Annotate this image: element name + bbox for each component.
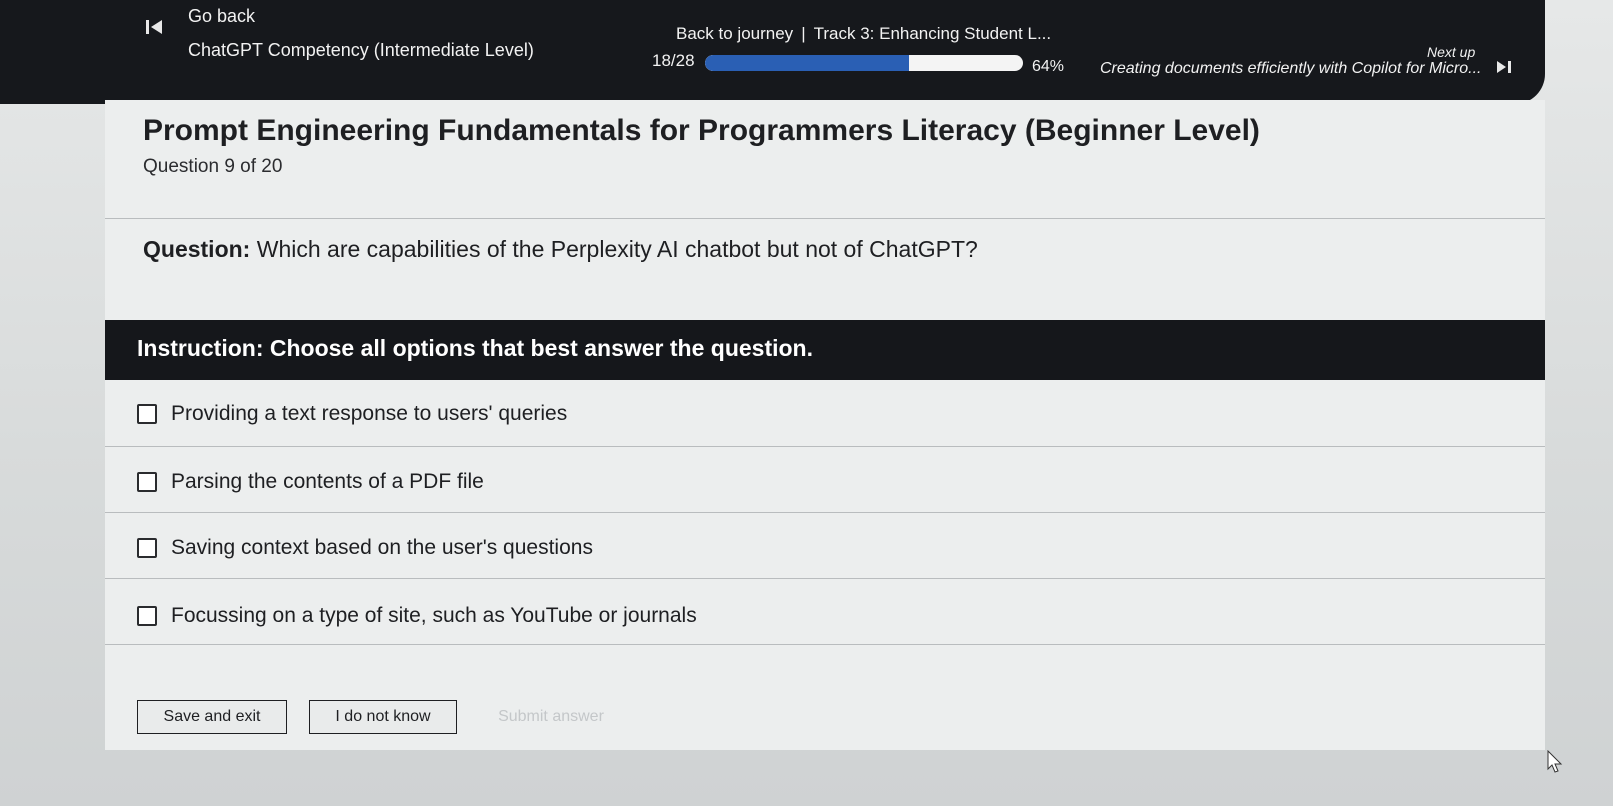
answer-option[interactable]: Providing a text response to users' quer… bbox=[105, 382, 1545, 446]
submit-answer-button[interactable]: Submit answer bbox=[477, 700, 625, 734]
answer-option[interactable]: Parsing the contents of a PDF file bbox=[105, 450, 1545, 514]
go-back-link[interactable]: Go back bbox=[188, 6, 255, 27]
divider bbox=[105, 512, 1545, 513]
progress-count: 18/28 bbox=[652, 51, 695, 70]
instruction-banner: Instruction: Choose all options that bes… bbox=[105, 320, 1545, 380]
option-label[interactable]: Providing a text response to users' quer… bbox=[171, 402, 567, 426]
checkbox[interactable] bbox=[137, 404, 157, 424]
quiz-title: Prompt Engineering Fundamentals for Prog… bbox=[143, 114, 1260, 147]
save-and-exit-button[interactable]: Save and exit bbox=[137, 700, 287, 734]
option-label[interactable]: Focussing on a type of site, such as You… bbox=[171, 604, 697, 628]
quiz-card: Prompt Engineering Fundamentals for Prog… bbox=[105, 100, 1545, 750]
divider bbox=[105, 446, 1545, 447]
i-do-not-know-button[interactable]: I do not know bbox=[309, 700, 457, 734]
divider bbox=[105, 644, 1545, 645]
checkbox[interactable] bbox=[137, 538, 157, 558]
progress-bar bbox=[705, 55, 1023, 71]
checkbox[interactable] bbox=[137, 606, 157, 626]
divider bbox=[105, 578, 1545, 579]
answer-option[interactable]: Saving context based on the user's quest… bbox=[105, 516, 1545, 580]
question-body: Which are capabilities of the Perplexity… bbox=[256, 236, 978, 262]
top-navigation-bar: Go back ChatGPT Competency (Intermediate… bbox=[0, 0, 1545, 104]
journey-breadcrumb: Back to journey | Track 3: Enhancing Stude… bbox=[676, 24, 1051, 44]
divider bbox=[105, 218, 1545, 219]
question-text: Question: Which are capabilities of the … bbox=[143, 236, 978, 263]
skip-back-icon[interactable] bbox=[146, 17, 168, 37]
track-title: Track 3: Enhancing Student L... bbox=[813, 24, 1052, 43]
skip-forward-icon[interactable] bbox=[1497, 61, 1511, 73]
question-prefix: Question: bbox=[143, 236, 251, 262]
progress-percent: 64% bbox=[1032, 58, 1065, 75]
progress-bar-fill bbox=[705, 55, 909, 71]
course-title: ChatGPT Competency (Intermediate Level) bbox=[188, 40, 534, 60]
checkbox[interactable] bbox=[137, 472, 157, 492]
next-up-title[interactable]: Creating documents efficiently with Copi… bbox=[1100, 60, 1480, 78]
page: Go back ChatGPT Competency (Intermediate… bbox=[0, 0, 1613, 806]
option-label[interactable]: Saving context based on the user's quest… bbox=[171, 536, 593, 560]
answer-option[interactable]: Focussing on a type of site, such as You… bbox=[105, 584, 1545, 648]
option-label[interactable]: Parsing the contents of a PDF file bbox=[171, 470, 484, 494]
mouse-cursor-icon bbox=[1547, 750, 1563, 773]
next-up-label: Next up bbox=[1427, 44, 1476, 60]
breadcrumb-separator: | bbox=[801, 24, 806, 43]
instruction-text: Instruction: Choose all options that bes… bbox=[137, 335, 813, 361]
back-to-journey-link[interactable]: Back to journey bbox=[676, 24, 793, 43]
question-count: Question 9 of 20 bbox=[143, 156, 283, 177]
